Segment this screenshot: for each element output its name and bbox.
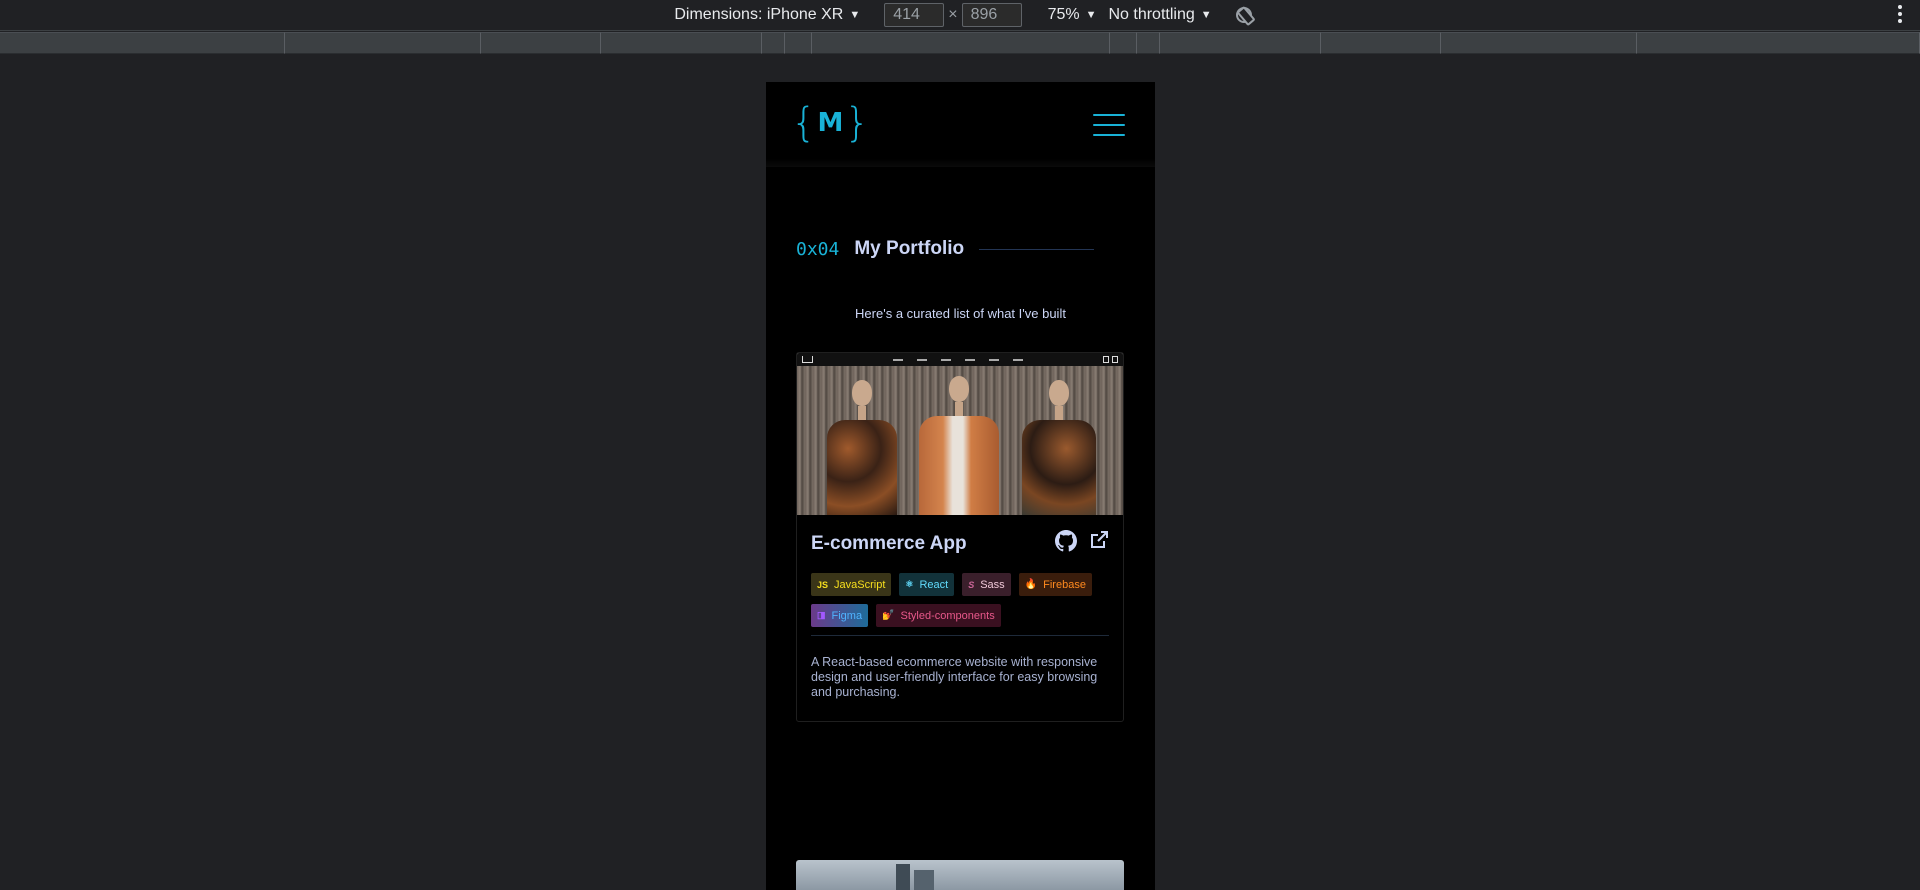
section-divider <box>979 248 1095 250</box>
github-icon[interactable] <box>1055 530 1077 557</box>
media-query-segment[interactable] <box>811 32 1111 54</box>
logo-brace-right: } <box>844 100 870 146</box>
logo-letter: M <box>817 108 844 138</box>
mannequin <box>827 380 897 515</box>
styled-components-icon: 💅 <box>882 610 895 621</box>
figma-icon: ◨ <box>817 610 826 620</box>
chevron-down-icon: ▼ <box>849 9 861 21</box>
javascript-icon: JS <box>817 579 829 590</box>
media-query-segment[interactable] <box>762 32 785 54</box>
tag-figma[interactable]: ◨ Figma <box>811 604 869 627</box>
media-query-segment[interactable] <box>1110 32 1138 54</box>
crown-icon <box>802 356 813 363</box>
zoom-label: 75% <box>1047 6 1080 23</box>
firebase-icon: 🔥 <box>1024 579 1038 590</box>
tag-label: Firebase <box>1043 578 1086 591</box>
media-query-segment[interactable] <box>0 32 286 54</box>
section-subtitle: Here's a curated list of what I've built <box>855 306 1066 321</box>
project-screenshot[interactable] <box>797 353 1123 515</box>
tag-label: JavaScript <box>834 578 886 591</box>
media-query-segment[interactable] <box>1159 32 1321 54</box>
hamburger-menu-icon[interactable] <box>1093 114 1125 136</box>
media-query-segment[interactable] <box>285 32 481 54</box>
chevron-down-icon: ▼ <box>1200 9 1212 21</box>
media-query-bar <box>0 32 1920 54</box>
mannequin <box>1022 380 1096 515</box>
zoom-dropdown[interactable]: 75% ▼ <box>1048 6 1097 24</box>
throttling-label: No throttling <box>1108 6 1195 23</box>
media-query-segment[interactable] <box>1441 32 1637 54</box>
tag-react[interactable]: ⚛ React <box>899 573 955 596</box>
project-card-next-screenshot[interactable] <box>796 860 1124 890</box>
media-query-segment[interactable] <box>1320 32 1442 54</box>
tech-tags: JS JavaScript ⚛ React S Sass 🔥 Firebase … <box>811 573 1111 627</box>
react-icon: ⚛ <box>905 579 914 589</box>
screenshot-navbar <box>797 353 1123 366</box>
section-number: 0x04 <box>796 238 840 260</box>
device-dimensions-dropdown[interactable]: Dimensions: iPhone XR ▼ <box>674 6 860 24</box>
media-query-segment[interactable] <box>480 32 602 54</box>
times-symbol: × <box>948 6 958 23</box>
mannequins-image <box>797 366 1123 515</box>
chevron-down-icon: ▼ <box>1085 9 1097 21</box>
external-link-icon[interactable] <box>1089 530 1109 557</box>
section-title: My Portfolio <box>854 238 965 259</box>
media-query-segment[interactable] <box>1636 32 1920 54</box>
sass-icon: S <box>968 579 975 590</box>
rotate-icon[interactable] <box>1235 7 1252 23</box>
card-divider <box>811 635 1109 636</box>
site-logo[interactable]: { M } <box>791 100 870 146</box>
tag-label: Styled-components <box>900 609 995 622</box>
more-options-icon[interactable] <box>1898 5 1902 23</box>
throttling-dropdown[interactable]: No throttling ▼ <box>1108 6 1211 24</box>
logo-brace-left: { <box>791 100 817 146</box>
section-heading: 0x04 My Portfolio <box>796 238 1095 260</box>
project-card: E-commerce App JS JavaScript ⚛ React S S… <box>796 352 1124 722</box>
device-dimensions-label: Dimensions: iPhone XR <box>674 6 844 23</box>
project-card-body: E-commerce App JS JavaScript ⚛ React S S… <box>797 515 1123 700</box>
height-input[interactable] <box>961 3 1022 27</box>
dimension-inputs: × <box>884 3 1022 27</box>
device-toolbar: Dimensions: iPhone XR ▼ × 75% ▼ No throt… <box>0 0 1920 31</box>
tag-firebase[interactable]: 🔥 Firebase <box>1018 573 1092 596</box>
width-input[interactable] <box>884 3 945 27</box>
media-query-segment[interactable] <box>601 32 762 54</box>
tag-sass[interactable]: S Sass <box>962 573 1011 596</box>
tag-label: Figma <box>831 609 863 622</box>
site-navbar: { M } <box>766 82 1155 167</box>
tag-label: React <box>919 578 949 591</box>
tag-label: Sass <box>980 578 1005 591</box>
project-links <box>1055 530 1109 557</box>
media-query-segment[interactable] <box>784 32 812 54</box>
device-viewport: { M } 0x04 My Portfolio Here's a curated… <box>766 82 1155 890</box>
mannequin <box>919 376 999 515</box>
tag-javascript[interactable]: JS JavaScript <box>811 573 892 596</box>
media-query-segment[interactable] <box>1137 32 1160 54</box>
tag-styled-components[interactable]: 💅 Styled-components <box>876 604 1001 627</box>
project-description: A React-based ecommerce website with res… <box>811 655 1098 699</box>
